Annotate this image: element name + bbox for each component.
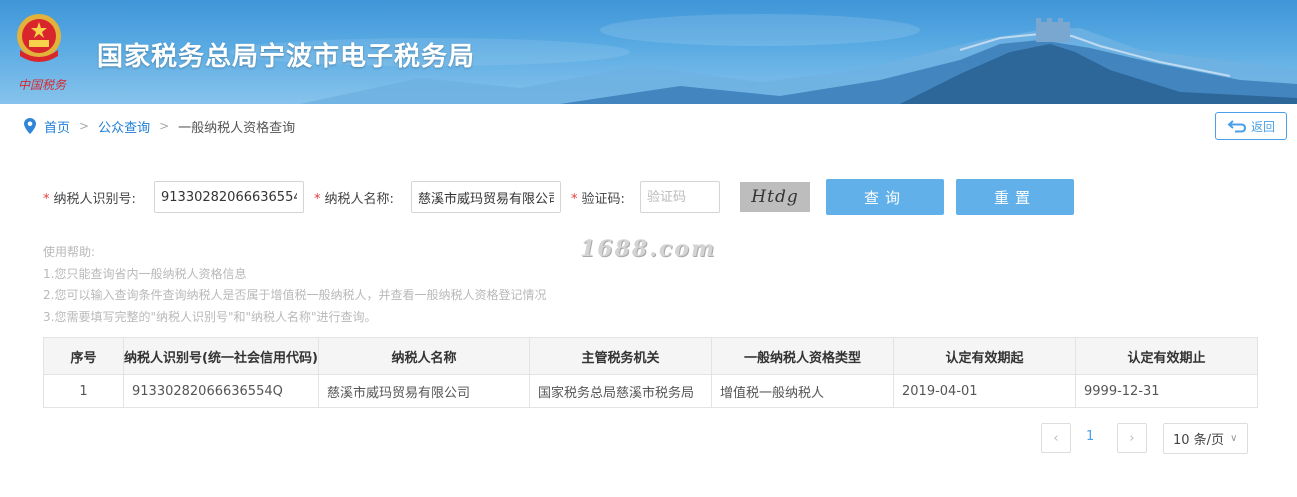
column-header: 纳税人名称 xyxy=(318,337,530,375)
breadcrumb: 首页 > 公众查询 > 一般纳税人资格查询 返回 xyxy=(0,104,1297,148)
breadcrumb-separator-icon: > xyxy=(159,119,170,133)
column-header: 认定有效期止 xyxy=(1075,337,1258,375)
chevron-down-icon: ∨ xyxy=(1230,433,1238,444)
required-mark: * xyxy=(314,192,321,207)
taxpayer-name-label-text: 纳税人名称: xyxy=(324,192,394,207)
search-form: *纳税人识别号: *纳税人名称: *验证码: Htdg 查询 重置 xyxy=(0,179,1297,215)
usage-help: 使用帮助: 1.您只能查询省内一般纳税人资格信息 2.您可以输入查询条件查询纳税… xyxy=(43,242,546,328)
watermark-text: 1688.com xyxy=(580,236,717,262)
location-pin-icon xyxy=(24,118,36,134)
next-page-button[interactable]: › xyxy=(1117,423,1147,453)
column-header: 主管税务机关 xyxy=(529,337,712,375)
breadcrumb-public-query-link[interactable]: 公众查询 xyxy=(98,117,150,136)
captcha-input[interactable] xyxy=(640,181,720,213)
current-page-number[interactable]: 1 xyxy=(1086,429,1094,444)
reset-button[interactable]: 重置 xyxy=(956,179,1074,215)
captcha-label-text: 验证码: xyxy=(581,192,625,207)
cell-valid-from: 2019-04-01 xyxy=(893,374,1076,408)
cell-valid-to: 9999-12-31 xyxy=(1075,374,1258,408)
taxpayer-id-label: * 纳税人识别号: xyxy=(43,188,136,207)
taxpayer-name-label: * 纳税人名称: xyxy=(314,188,394,207)
required-mark: * xyxy=(43,192,50,207)
cell-index: 1 xyxy=(43,374,124,408)
taxpayer-name-input[interactable] xyxy=(411,181,561,213)
help-line: 1.您只能查询省内一般纳税人资格信息 xyxy=(43,266,247,281)
help-title: 使用帮助: xyxy=(43,245,96,259)
national-emblem-icon xyxy=(17,14,61,62)
column-header: 纳税人识别号(统一社会信用代码) xyxy=(123,337,319,375)
help-line: 3.您需要填写完整的"纳税人识别号"和"纳税人名称"进行查询。 xyxy=(43,309,377,324)
cell-taxpayer-name: 慈溪市威玛贸易有限公司 xyxy=(318,374,530,408)
taxpayer-id-label-text: 纳税人识别号: xyxy=(53,192,136,207)
table-header-row: 序号 纳税人识别号(统一社会信用代码) 纳税人名称 主管税务机关 一般纳税人资格… xyxy=(43,337,1258,375)
column-header: 认定有效期起 xyxy=(893,337,1076,375)
breadcrumb-current: 一般纳税人资格查询 xyxy=(178,120,296,136)
back-button-label: 返回 xyxy=(1250,119,1275,134)
page-size-select[interactable]: 10 条/页 ∨ xyxy=(1163,423,1248,454)
cell-qualification-type: 增值税一般纳税人 xyxy=(711,374,894,408)
help-line: 2.您可以输入查询条件查询纳税人是否属于增值税一般纳税人，并查看一般纳税人资格登… xyxy=(43,288,547,302)
return-arrow-icon xyxy=(1227,120,1246,133)
breadcrumb-home-link[interactable]: 首页 xyxy=(44,117,70,136)
cell-taxpayer-id: 91330282066636554Q xyxy=(123,374,319,408)
table-row: 1 91330282066636554Q 慈溪市威玛贸易有限公司 国家税务总局慈… xyxy=(43,374,1258,408)
query-button[interactable]: 查询 xyxy=(826,179,944,215)
brand-script: 中国税务 xyxy=(18,78,67,92)
cell-tax-authority: 国家税务总局慈溪市税务局 xyxy=(529,374,712,408)
captcha-image[interactable]: Htdg xyxy=(740,182,810,212)
breadcrumb-separator-icon: > xyxy=(79,119,90,133)
results-table: 序号 纳税人识别号(统一社会信用代码) 纳税人名称 主管税务机关 一般纳税人资格… xyxy=(43,337,1258,408)
required-mark: * xyxy=(571,192,578,207)
column-header: 序号 xyxy=(43,337,124,375)
back-button[interactable]: 返回 xyxy=(1215,112,1287,140)
header-banner: 中国税务 国家税务总局宁波市电子税务局 xyxy=(0,0,1297,104)
prev-page-button[interactable]: ‹ xyxy=(1041,423,1071,453)
site-title: 国家税务总局宁波市电子税务局 xyxy=(97,42,476,72)
captcha-label: * 验证码: xyxy=(571,188,625,207)
taxpayer-id-input[interactable] xyxy=(154,181,304,213)
column-header: 一般纳税人资格类型 xyxy=(711,337,894,375)
page-size-value: 10 条/页 xyxy=(1173,433,1225,448)
